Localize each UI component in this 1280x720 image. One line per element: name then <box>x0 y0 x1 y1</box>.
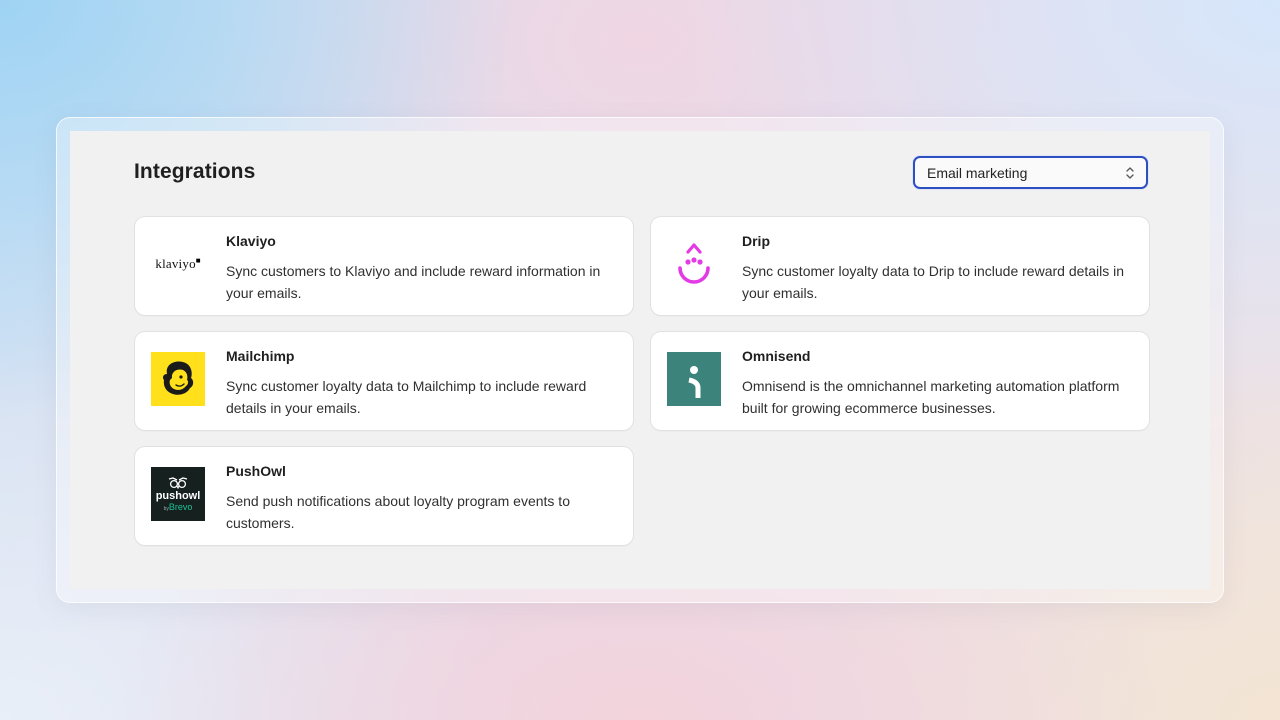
integration-name: Mailchimp <box>226 348 295 364</box>
integration-description: Send push notifications about loyalty pr… <box>226 493 570 531</box>
pushowl-logo: pushowl byBrevo <box>151 467 205 521</box>
integration-description: Sync customer loyalty data to Mailchimp … <box>226 378 587 416</box>
integration-name: Klaviyo <box>226 233 276 249</box>
page-title: Integrations <box>134 160 256 183</box>
select-arrows-icon <box>1124 164 1136 182</box>
integration-card-drip[interactable]: Drip Sync customer loyalty data to Drip … <box>651 217 1149 315</box>
integration-name: PushOwl <box>226 463 286 479</box>
integration-name: Omnisend <box>742 348 811 364</box>
klaviyo-logo-text: klaviyo <box>155 256 196 271</box>
mailchimp-logo <box>151 352 205 406</box>
owl-icon <box>168 476 188 489</box>
omnisend-logo <box>667 352 721 406</box>
integrations-panel: Integrations Email marketing klaviyo ■ Kl… <box>70 131 1210 589</box>
integration-description: Sync customers to Klaviyo and include re… <box>226 263 601 301</box>
pushowl-logo-text: pushowl <box>155 489 201 502</box>
integration-description: Sync customer loyalty data to Drip to in… <box>742 263 1125 301</box>
drip-logo <box>667 237 721 291</box>
category-select-value: Email marketing <box>927 164 1028 181</box>
integration-card-mailchimp[interactable]: Mailchimp Sync customer loyalty data to … <box>135 332 633 430</box>
integration-card-klaviyo[interactable]: klaviyo ■ Klaviyo Sync customers to Klavi… <box>135 217 633 315</box>
integration-card-omnisend[interactable]: Omnisend Omnisend is the omnichannel mar… <box>651 332 1149 430</box>
integration-description: Omnisend is the omnichannel marketing au… <box>742 378 1120 416</box>
integration-card-pushowl[interactable]: pushowl byBrevo PushOwl Send push notifi… <box>135 447 633 545</box>
category-select[interactable]: Email marketing <box>913 156 1148 189</box>
brevo-logo-text: byBrevo <box>163 501 193 512</box>
klaviyo-logo: klaviyo ■ <box>155 255 201 272</box>
integration-name: Drip <box>742 233 770 249</box>
